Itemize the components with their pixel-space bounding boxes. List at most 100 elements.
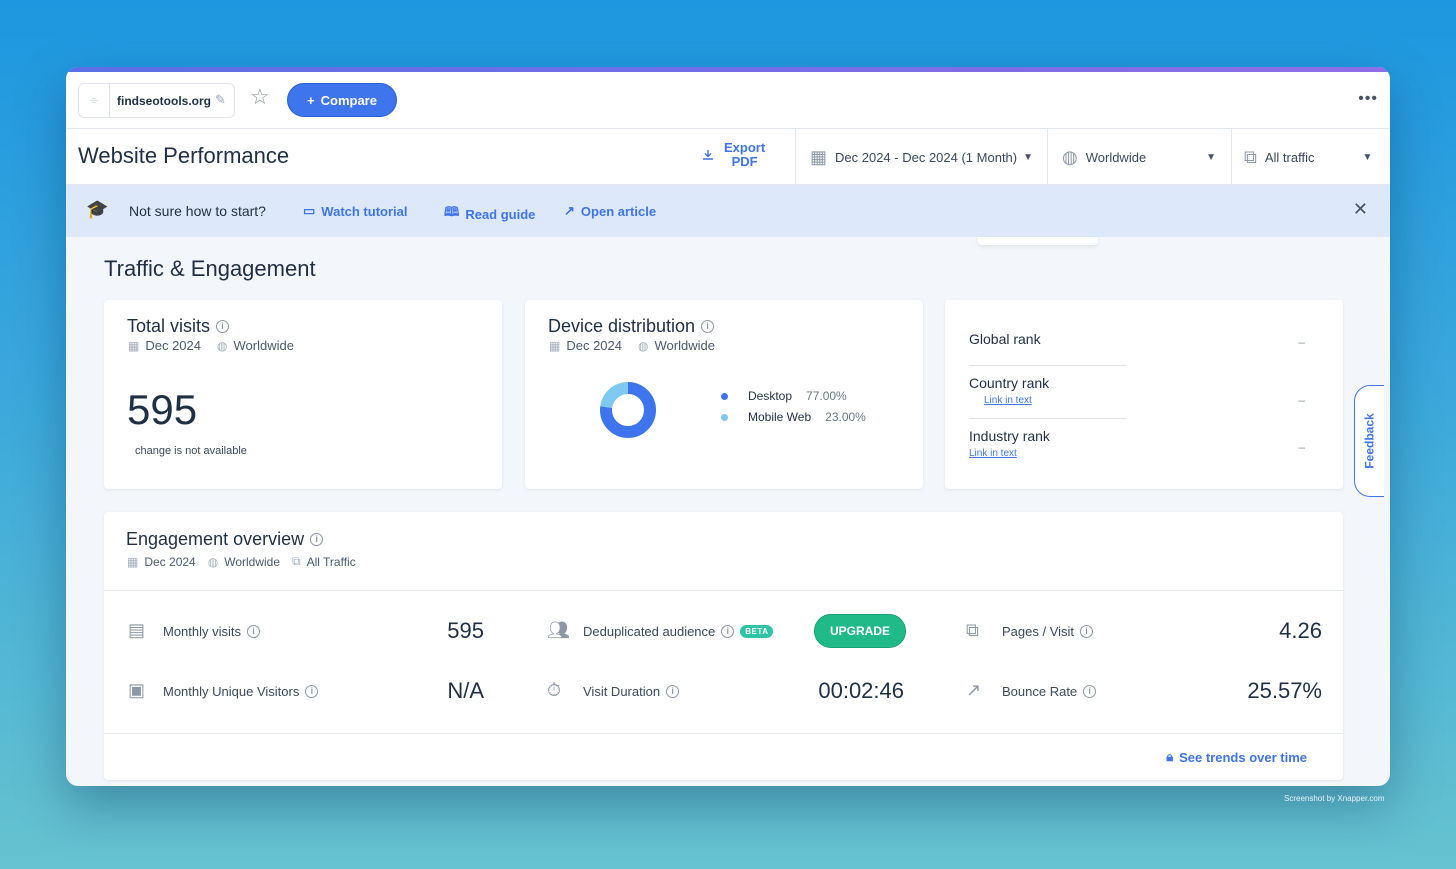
info-icon[interactable]: i bbox=[666, 685, 680, 698]
open-article-label: Open article bbox=[580, 203, 657, 219]
export-label-line2: PDF bbox=[731, 154, 758, 169]
legend-mobile-label: Mobile Web bbox=[748, 410, 812, 424]
app-window: ⌯ findseotools.org ✎ ☆ + Compare ••• Web… bbox=[66, 67, 1390, 786]
device-distribution-card: Device distribution i ▦ Dec 2024 ◍ World… bbox=[525, 300, 923, 489]
export-pdf-button[interactable]: Export PDF bbox=[702, 141, 765, 169]
dedup-audience-label-text: Deduplicated audience bbox=[583, 624, 716, 639]
info-icon[interactable]: i bbox=[305, 685, 319, 698]
bounce-arrow-icon: ↗ bbox=[966, 680, 982, 700]
feedback-tab[interactable]: Feedback bbox=[1354, 385, 1384, 497]
traffic-selector[interactable]: ⧉ All traffic ▼ bbox=[1231, 129, 1390, 185]
monthly-visits-label-text: Monthly visits bbox=[163, 624, 242, 639]
dedup-audience-label: Deduplicated audience i BETA bbox=[583, 624, 774, 639]
total-visits-note: change is not available bbox=[135, 445, 247, 457]
rank-divider bbox=[969, 418, 1126, 419]
industry-rank-row: Industry rank Link in text – bbox=[969, 428, 1305, 459]
engagement-date: Dec 2024 bbox=[144, 554, 196, 569]
total-visits-date: Dec 2024 bbox=[145, 338, 201, 353]
watermark: Screenshot by Xnapper.com bbox=[1284, 794, 1385, 803]
legend-desktop-value: 77.00% bbox=[806, 389, 847, 403]
country-rank-row: Country rank Link in text – bbox=[969, 375, 1305, 407]
upgrade-button[interactable]: UPGRADE bbox=[814, 614, 906, 648]
graduation-cap-icon: 🎓 bbox=[86, 199, 109, 219]
info-icon[interactable]: i bbox=[1083, 685, 1097, 698]
users-icon: 👥︎ bbox=[547, 620, 570, 640]
floating-panel-edge bbox=[978, 237, 1098, 245]
region-selector[interactable]: ◍ Worldwide ▼ bbox=[1047, 129, 1231, 185]
bounce-rate-label-text: Bounce Rate bbox=[1002, 684, 1078, 699]
pages-visit-value: 4.26 bbox=[1279, 618, 1322, 643]
watch-tutorial-link[interactable]: ▭ Watch tutorial bbox=[303, 203, 407, 219]
open-article-link[interactable]: ↗ Open article bbox=[564, 203, 656, 219]
compare-button[interactable]: + Compare bbox=[287, 83, 397, 117]
person-badge-icon: ▣ bbox=[128, 680, 146, 700]
plus-icon: + bbox=[307, 92, 315, 108]
monthly-visits-value: 595 bbox=[447, 618, 484, 643]
pages-visit-label-text: Pages / Visit bbox=[1002, 624, 1075, 639]
global-rank-value: – bbox=[1298, 335, 1305, 349]
export-label-line1: Export bbox=[724, 140, 766, 155]
device-date: Dec 2024 bbox=[566, 338, 622, 353]
compare-label: Compare bbox=[320, 92, 377, 108]
globe-icon: ◍ bbox=[1062, 146, 1078, 167]
rank-card: Global rank – Country rank Link in text … bbox=[945, 300, 1343, 489]
globe-icon: ◍ bbox=[217, 338, 228, 353]
info-icon[interactable]: i bbox=[721, 625, 735, 638]
info-icon[interactable]: i bbox=[1080, 625, 1094, 638]
bounce-rate-value: 25.57% bbox=[1247, 678, 1322, 703]
chevron-down-icon: ▼ bbox=[1206, 151, 1217, 163]
info-icon[interactable]: i bbox=[216, 320, 230, 333]
visit-duration-value: 00:02:46 bbox=[818, 678, 904, 703]
engagement-region: Worldwide bbox=[224, 554, 281, 569]
device-distribution-title: Device distribution i bbox=[548, 316, 715, 337]
visit-duration-label: Visit Duration i bbox=[583, 684, 680, 699]
global-rank-row: Global rank – bbox=[969, 331, 1305, 349]
info-icon[interactable]: i bbox=[247, 625, 261, 638]
site-chip[interactable]: ⌯ findseotools.org ✎ bbox=[78, 83, 235, 118]
site-name: findseotools.org bbox=[117, 94, 211, 108]
device-donut-chart bbox=[600, 382, 656, 438]
info-icon[interactable]: i bbox=[701, 320, 715, 333]
total-visits-meta: ▦ Dec 2024 ◍ Worldwide bbox=[128, 338, 294, 353]
date-range-selector[interactable]: ▦ Dec 2024 - Dec 2024 (1 Month) ▼ bbox=[795, 129, 1047, 185]
engagement-divider bbox=[104, 590, 1343, 591]
section-title: Traffic & Engagement bbox=[104, 256, 316, 281]
mobile-dot bbox=[721, 413, 728, 421]
total-visits-title: Total visits i bbox=[127, 316, 230, 337]
region-text: Worldwide bbox=[1085, 149, 1147, 165]
more-options-icon[interactable]: ••• bbox=[1358, 90, 1378, 108]
see-trends-link[interactable]: 🔒︎ See trends over time bbox=[1166, 749, 1307, 765]
industry-rank-link[interactable]: Link in text bbox=[969, 448, 1289, 459]
toolbar: ⌯ findseotools.org ✎ ☆ + Compare ••• bbox=[66, 72, 1390, 129]
engagement-overview-card: Engagement overview i ▦ Dec 2024 ◍ World… bbox=[104, 512, 1343, 780]
engagement-title-text: Engagement overview bbox=[126, 529, 305, 549]
traffic-text: All traffic bbox=[1264, 149, 1315, 165]
star-icon[interactable]: ☆ bbox=[250, 86, 270, 108]
industry-rank-value: – bbox=[1298, 440, 1305, 454]
total-visits-region: Worldwide bbox=[233, 338, 294, 353]
lock-icon: 🔒︎ bbox=[1166, 749, 1174, 764]
feedback-label: Feedback bbox=[1362, 413, 1377, 469]
legend-mobile-value: 23.00% bbox=[825, 410, 866, 424]
onboarding-banner: 🎓 Not sure how to start? ▭ Watch tutoria… bbox=[66, 185, 1390, 237]
pencil-icon[interactable]: ✎ bbox=[215, 92, 226, 108]
country-rank-value: – bbox=[1298, 393, 1305, 407]
country-rank-link[interactable]: Link in text bbox=[984, 395, 1289, 406]
close-icon[interactable]: ✕ bbox=[1353, 199, 1368, 220]
info-icon[interactable]: i bbox=[310, 533, 324, 546]
calendar-icon: ▤ bbox=[128, 620, 146, 640]
engagement-divider bbox=[104, 733, 1343, 734]
calendar-icon: ▦ bbox=[128, 338, 140, 353]
book-icon: 🕮 bbox=[444, 204, 460, 219]
watch-tutorial-label: Watch tutorial bbox=[321, 203, 408, 219]
bounce-rate-label: Bounce Rate i bbox=[1002, 684, 1097, 699]
site-favicon-icon: ⌯ bbox=[79, 84, 110, 117]
engagement-traffic: All Traffic bbox=[306, 554, 356, 569]
unique-visitors-value: N/A bbox=[447, 678, 484, 703]
read-guide-link[interactable]: 🕮 Read guide bbox=[444, 203, 535, 225]
device-distribution-meta: ▦ Dec 2024 ◍ Worldwide bbox=[549, 338, 715, 353]
pages-visit-label: Pages / Visit i bbox=[1002, 624, 1094, 639]
total-visits-value: 595 bbox=[127, 386, 198, 433]
legend-desktop-label: Desktop bbox=[748, 389, 793, 403]
video-icon: ▭ bbox=[303, 203, 316, 218]
